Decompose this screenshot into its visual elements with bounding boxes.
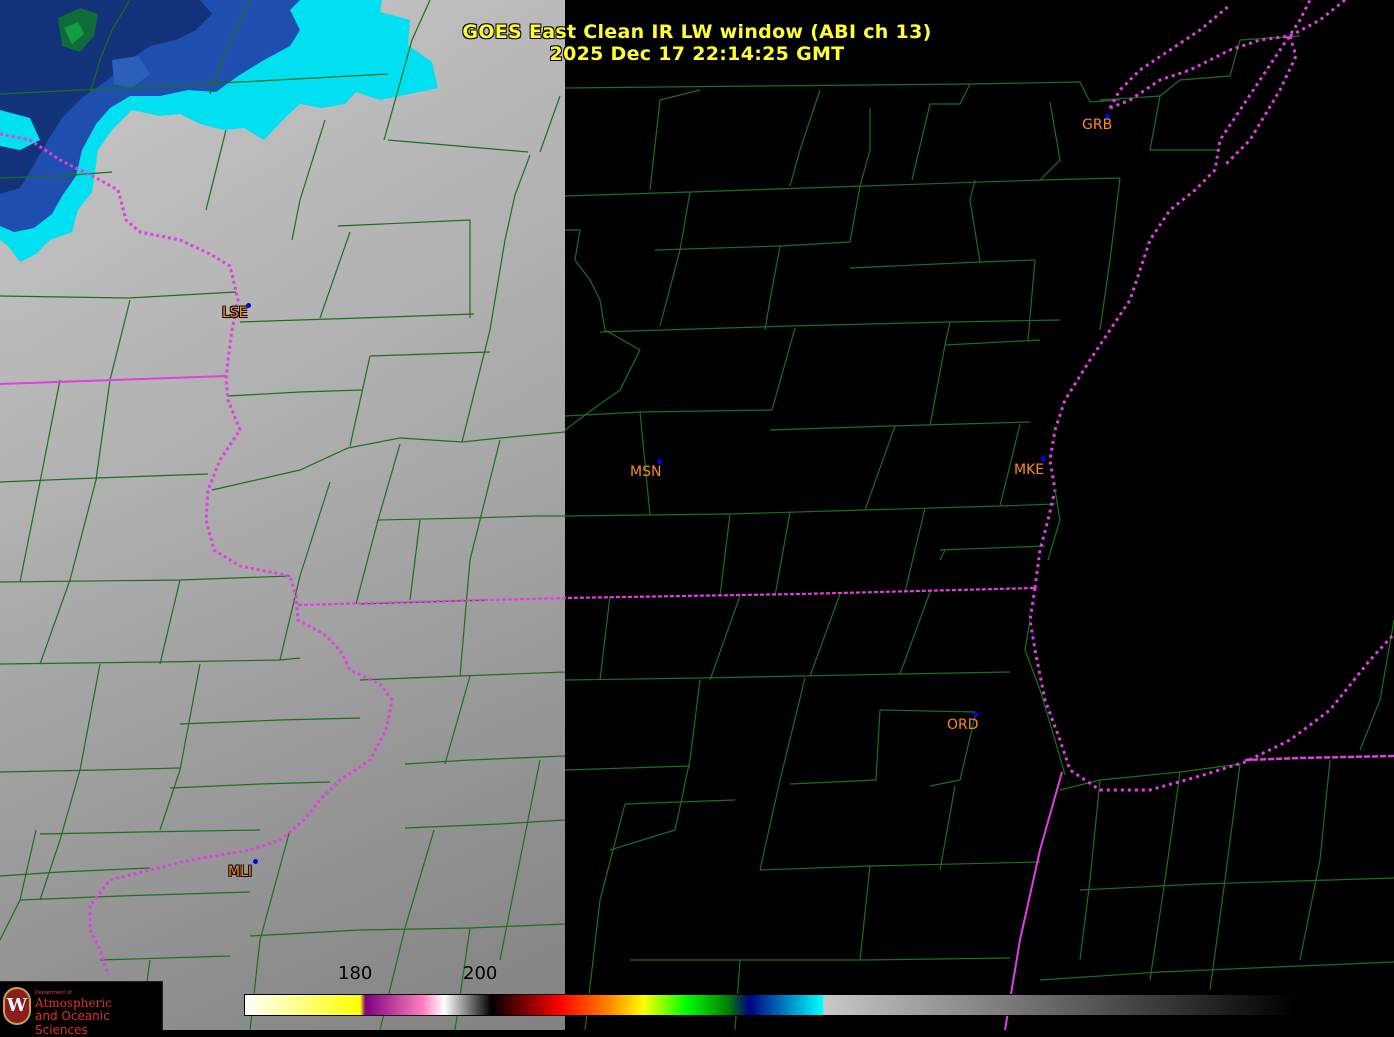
colorbar-tick-200: 200 bbox=[463, 963, 498, 984]
station-dot-mke bbox=[1041, 456, 1046, 461]
station-label-mke: MKE bbox=[1014, 462, 1045, 478]
station-label-grb: GRB bbox=[1082, 117, 1113, 133]
uw-seal-icon: W bbox=[3, 987, 31, 1025]
station-label-msn: MSN bbox=[630, 464, 662, 480]
ir-imagery bbox=[0, 0, 565, 1030]
station-label-lse: LSE bbox=[222, 305, 248, 321]
image-title: GOES East Clean IR LW window (ABI ch 13) bbox=[462, 21, 932, 43]
station-dot-mli bbox=[253, 859, 258, 864]
colorbar-strip bbox=[244, 994, 1296, 1016]
station-label-ord: ORD bbox=[947, 717, 979, 733]
satellite-map bbox=[0, 0, 1394, 1030]
logo-line1: Atmospheric bbox=[35, 996, 112, 1010]
aos-logo: W Department of Atmospheric and Oceanic … bbox=[0, 981, 163, 1037]
colorbar-tick-180: 180 bbox=[338, 963, 373, 984]
logo-line2: and Oceanic Sciences bbox=[35, 1009, 110, 1037]
colorbar bbox=[244, 994, 1296, 1016]
station-label-mli: MLI bbox=[228, 864, 253, 880]
image-timestamp: 2025 Dec 17 22:14:25 GMT bbox=[549, 43, 845, 65]
